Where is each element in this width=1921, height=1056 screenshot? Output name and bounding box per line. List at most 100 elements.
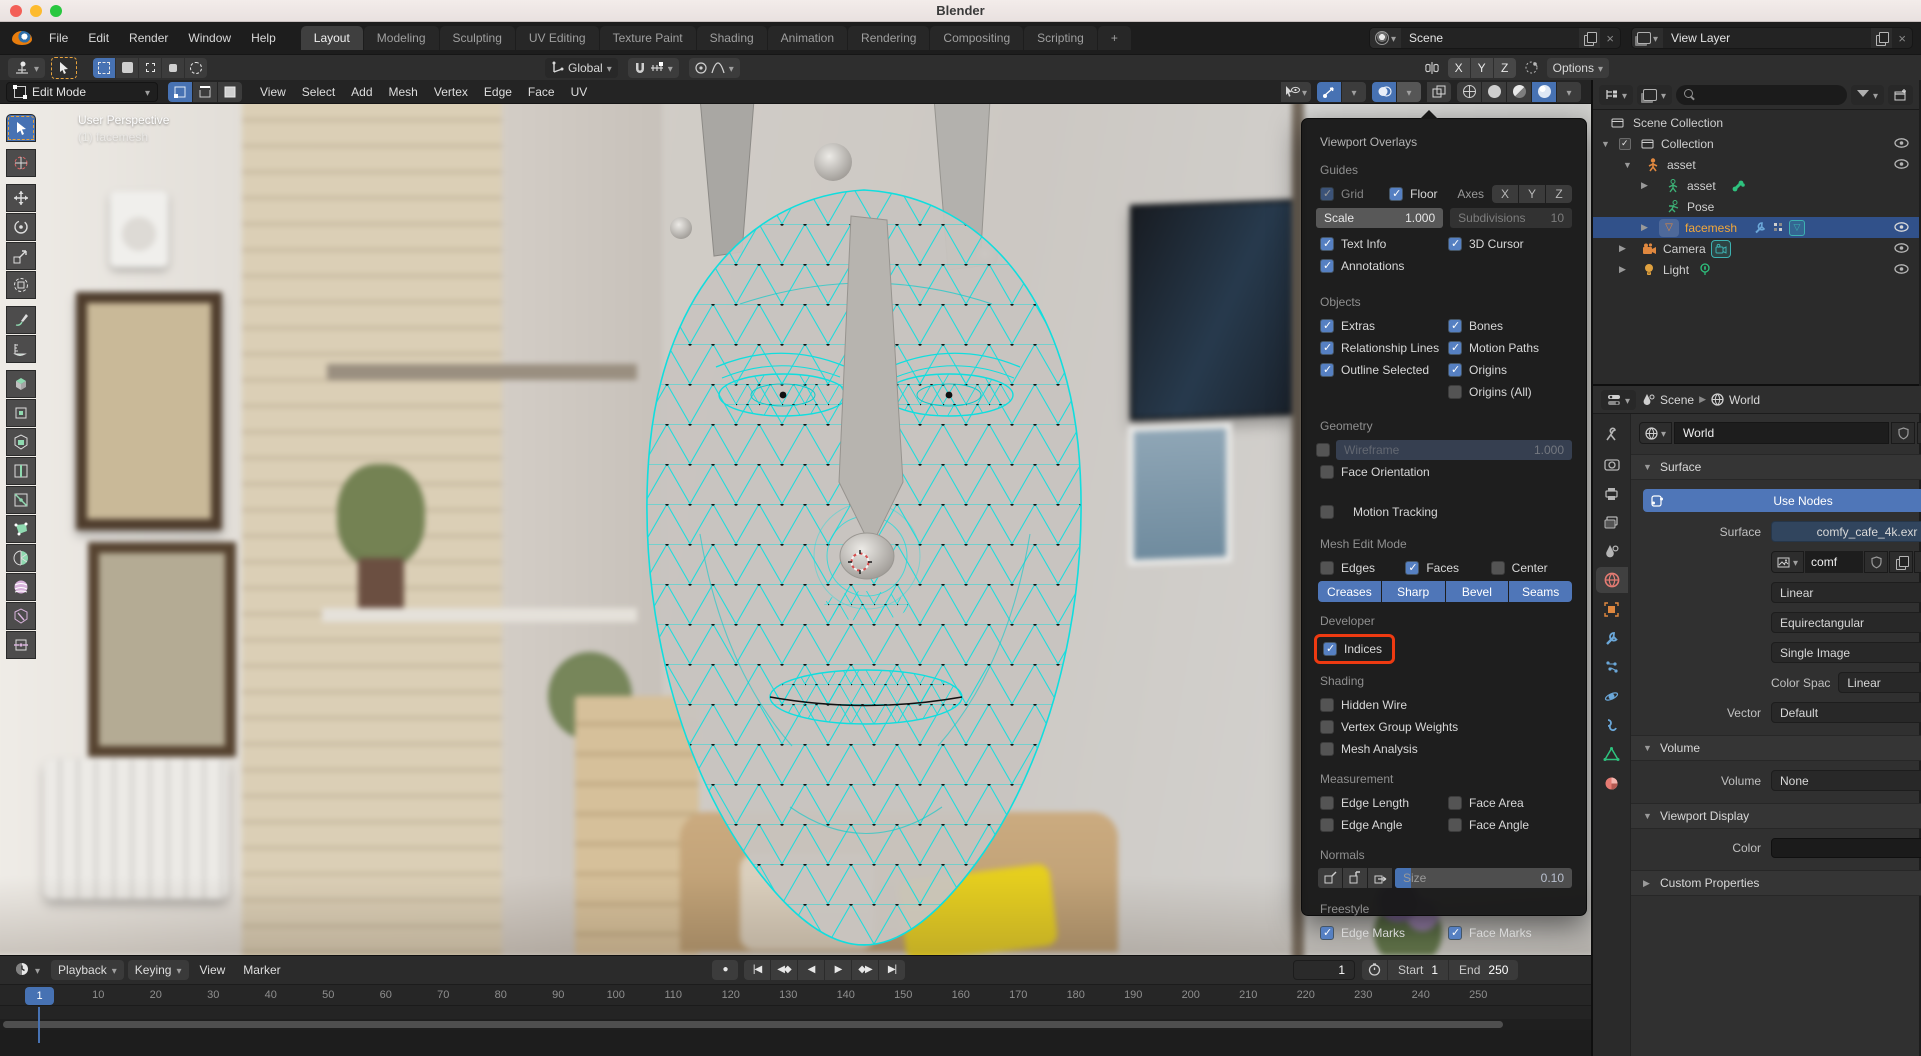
normals-size-slider[interactable]: Size0.10 <box>1395 868 1572 888</box>
tool-loop-cut[interactable] <box>6 486 36 514</box>
projection-dropdown[interactable]: Equirectangular <box>1771 612 1921 633</box>
wireframe-slider[interactable]: Wireframe1.000 <box>1336 440 1572 460</box>
tool-add-cube[interactable] <box>6 370 36 398</box>
viewport-menu-item[interactable]: View <box>252 82 294 102</box>
axis-toggle[interactable]: Y <box>1519 185 1545 203</box>
eye-icon[interactable] <box>1894 263 1909 277</box>
overlay-checkbox[interactable]: Edges <box>1316 557 1401 579</box>
edit-overlay-toggle[interactable]: Sharp <box>1382 581 1445 602</box>
tool-knife[interactable] <box>6 515 36 543</box>
tool-smooth[interactable] <box>6 602 36 630</box>
checkbox[interactable] <box>1448 385 1462 399</box>
tab-output[interactable] <box>1596 480 1628 506</box>
tool-inset-faces[interactable] <box>6 428 36 456</box>
outliner-search-input[interactable] <box>1676 85 1847 105</box>
play-button[interactable]: ▶ <box>825 960 851 980</box>
jump-to-start-button[interactable]: |◀ <box>744 960 770 980</box>
checkbox[interactable] <box>1448 796 1462 810</box>
workspace-tab[interactable]: Compositing <box>930 26 1023 50</box>
collection-checkbox[interactable] <box>1619 138 1631 150</box>
viewport-menu-item[interactable]: Vertex <box>426 82 476 102</box>
image-name-field[interactable]: comf <box>1805 551 1863 573</box>
motion-tracking-checkbox[interactable]: Motion Tracking <box>1316 501 1438 523</box>
world-name-field[interactable]: World <box>1674 422 1889 444</box>
properties-editor-type-button[interactable] <box>1601 390 1636 410</box>
tool-move[interactable] <box>6 184 36 212</box>
viewport-display-panel-header[interactable]: ▼ Viewport Display ∷∷ <box>1631 803 1921 829</box>
overlay-checkbox[interactable]: Bones <box>1444 315 1572 337</box>
new-scene-button[interactable] <box>1579 28 1600 48</box>
select-mode-box[interactable] <box>93 58 115 78</box>
tab-material[interactable] <box>1596 770 1628 796</box>
axis-toggle[interactable]: Z <box>1546 185 1572 203</box>
outliner-display-mode-dropdown[interactable] <box>1599 85 1633 105</box>
menu-item[interactable]: File <box>40 27 77 49</box>
overlay-checkbox[interactable]: Face Area <box>1444 792 1572 814</box>
breadcrumb-world[interactable]: World <box>1729 393 1760 407</box>
overlays-toggle[interactable] <box>1372 82 1396 102</box>
select-mode-subtract[interactable] <box>139 58 161 78</box>
disclosure-triangle-icon[interactable]: ▶ <box>1619 264 1626 275</box>
interpolation-dropdown[interactable]: Linear <box>1771 582 1921 603</box>
active-tool-dropdown[interactable] <box>8 58 45 78</box>
new-view-layer-button[interactable] <box>1871 28 1892 48</box>
outliner-row-scene-collection[interactable]: Scene Collection <box>1593 112 1919 133</box>
snapping-toggle[interactable] <box>628 58 679 78</box>
disclosure-triangle-icon[interactable]: ▼ <box>1601 139 1610 149</box>
overlay-checkbox[interactable]: Center <box>1487 557 1572 579</box>
tool-measure[interactable] <box>6 335 36 363</box>
tool-bevel[interactable] <box>6 457 36 485</box>
end-frame-field[interactable]: End250 <box>1449 960 1518 980</box>
unlink-scene-button[interactable]: × <box>1600 31 1620 46</box>
tool-cursor[interactable] <box>6 149 36 177</box>
edit-overlay-toggle[interactable]: Creases <box>1318 581 1381 602</box>
workspace-tab[interactable]: Rendering <box>848 26 929 50</box>
overlay-checkbox[interactable]: Hidden Wire <box>1316 694 1572 716</box>
face-normals-button[interactable] <box>1368 868 1392 888</box>
mirror-axis-button[interactable]: X <box>1448 58 1470 78</box>
overlay-checkbox[interactable]: Face Marks <box>1444 922 1572 944</box>
viewport-menu-item[interactable]: UV <box>563 82 596 102</box>
tool-rotate[interactable] <box>6 213 36 241</box>
outliner-filter-dropdown[interactable] <box>1851 85 1884 105</box>
view-layer-name[interactable]: View Layer <box>1663 31 1871 45</box>
checkbox[interactable] <box>1320 698 1334 712</box>
shading-wireframe-button[interactable] <box>1457 82 1481 102</box>
world-browse-button[interactable] <box>1639 422 1672 444</box>
timeline-editor-type-button[interactable] <box>8 959 47 980</box>
select-mode-extend[interactable] <box>116 58 138 78</box>
mirror-axis-button[interactable]: Z <box>1494 58 1516 78</box>
overlay-checkbox[interactable]: Outline Selected <box>1316 359 1444 381</box>
checkbox[interactable] <box>1320 742 1334 756</box>
tool-extrude-region[interactable] <box>6 399 36 427</box>
viewport-color-swatch[interactable] <box>1771 838 1921 858</box>
eye-icon[interactable] <box>1894 221 1909 235</box>
tab-modifiers[interactable] <box>1596 625 1628 651</box>
disclosure-triangle-icon[interactable]: ▶ <box>1641 222 1648 233</box>
tool-spin[interactable] <box>6 573 36 601</box>
prev-keyframe-button[interactable]: ◀◆ <box>771 960 797 980</box>
outliner-row-armature-data[interactable]: ▶ asset <box>1593 175 1919 196</box>
tool-scale[interactable] <box>6 242 36 270</box>
next-keyframe-button[interactable]: ◆▶ <box>852 960 878 980</box>
eye-icon[interactable] <box>1894 137 1909 151</box>
menu-item[interactable]: Window <box>179 27 240 49</box>
checkbox[interactable] <box>1320 796 1334 810</box>
vertex-normals-button[interactable] <box>1318 868 1342 888</box>
viewport-menu-item[interactable]: Mesh <box>381 82 426 102</box>
overlay-checkbox[interactable]: Extras <box>1316 315 1444 337</box>
checkbox[interactable] <box>1491 561 1505 575</box>
tool-select-box[interactable] <box>6 114 36 142</box>
object-visibility-dropdown[interactable] <box>1281 82 1311 102</box>
current-frame-indicator[interactable]: 1 <box>25 987 54 1005</box>
use-preview-range-button[interactable] <box>1362 960 1387 980</box>
floor-checkbox[interactable]: Floor <box>1385 183 1451 205</box>
disclosure-triangle-icon[interactable]: ▶ <box>1619 243 1626 254</box>
breadcrumb-scene[interactable]: Scene <box>1660 393 1694 407</box>
overlay-checkbox[interactable]: Origins (All) <box>1444 381 1572 403</box>
jump-to-end-button[interactable]: ▶| <box>879 960 905 980</box>
axis-toggle[interactable]: X <box>1492 185 1518 203</box>
select-mode-intersect[interactable] <box>185 58 207 78</box>
tool-annotate[interactable] <box>6 306 36 334</box>
start-frame-field[interactable]: Start1 <box>1388 960 1448 980</box>
